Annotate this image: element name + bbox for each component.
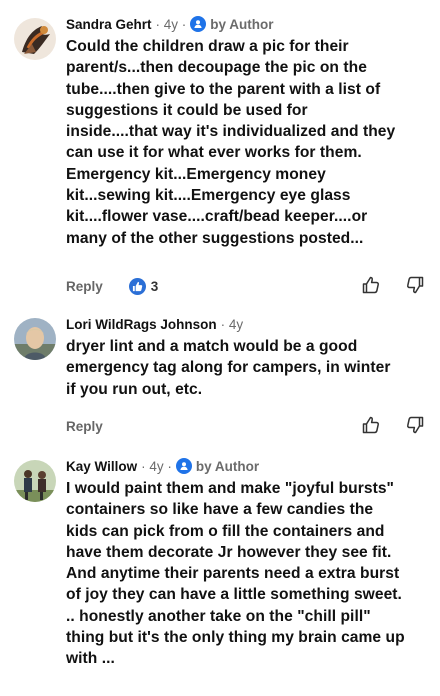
comment-line: And anytime their parents need a extra b… (66, 565, 400, 583)
comment-line: dryer lint and a match would be a good (66, 338, 358, 355)
comment-text: I would paint them and make "joyful burs… (66, 478, 426, 670)
comment-line: of joy they can have a little something … (66, 586, 402, 604)
user-badge-icon (175, 458, 192, 474)
comment-text: Could the children draw a pic for their … (66, 36, 426, 249)
comment-line: have them decorate Jr however they see f… (66, 543, 392, 561)
avatar[interactable] (14, 18, 56, 60)
comment-line: kit...sewing kit....Emergency eye glass (66, 187, 351, 205)
comment-line: kit....flower vase....craft/bead keeper.… (66, 208, 368, 226)
thumbs-down-outline-icon[interactable] (404, 414, 426, 436)
reply-button[interactable]: Reply (66, 419, 103, 434)
comment-age: · 4y · (141, 458, 172, 474)
comment-line: .. honestly another take on the "chill p… (66, 607, 371, 625)
comment-meta: Kay Willow · 4y · by Author (66, 454, 426, 478)
comment-actions: Reply 3 (66, 274, 426, 298)
thumbs-up-outline-icon[interactable] (360, 414, 382, 436)
comment-line: I would paint them and make "joyful burs… (66, 480, 394, 497)
author-name[interactable]: Kay Willow (66, 459, 137, 474)
author-badge-label: by Author (210, 16, 274, 32)
comment-line: with ... (66, 650, 115, 668)
reply-button[interactable]: Reply (66, 279, 103, 294)
author-name[interactable]: Sandra Gehrt (66, 17, 152, 32)
comment-line: containers so like have a few candies th… (66, 501, 374, 519)
comment-line: many of the other suggestions posted... (66, 229, 364, 247)
reaction-count[interactable]: 3 (128, 277, 159, 295)
comment-meta: Sandra Gehrt · 4y · by Author (66, 12, 426, 36)
comment-age: · 4y · (155, 16, 187, 32)
comment-line: kids can pick from o fill the containers… (66, 522, 385, 540)
avatar[interactable] (14, 460, 56, 502)
comment-line: can use it for what ever works for them. (66, 144, 362, 162)
author-name[interactable]: Lori WildRags Johnson (66, 317, 217, 332)
comment-line: thing but it's the only thing my brain c… (66, 629, 405, 647)
author-badge-label: by Author (195, 458, 260, 474)
user-badge-icon (190, 16, 207, 32)
thumbs-up-outline-icon[interactable] (360, 274, 382, 296)
comment-meta: Lori WildRags Johnson · 4y (66, 312, 426, 336)
comment-line: emergency tag along for campers, in wint… (66, 359, 391, 377)
comment-line: inside....that way it's individualized a… (66, 123, 396, 141)
comment-feed: Sandra Gehrt · 4y · by Author Could the … (0, 0, 440, 696)
comment-line: parent/s...then decoupage the pic on the (66, 59, 367, 77)
comment-line: Could the children draw a pic for their (66, 38, 349, 55)
comment-line: suggestions it could be used for (66, 101, 308, 119)
comment-line: if you run out, etc. (66, 380, 203, 398)
comment-age: · 4y (220, 316, 244, 332)
like-count: 3 (150, 278, 159, 294)
comment-actions: Reply (66, 414, 426, 438)
comment-line: tube....then give to the parent with a l… (66, 80, 381, 98)
comment-line: Emergency kit...Emergency money (66, 165, 326, 183)
avatar[interactable] (14, 318, 56, 360)
thumbs-up-filled-icon (128, 277, 146, 295)
comment-text: dryer lint and a match would be a good e… (66, 336, 426, 400)
thumbs-down-outline-icon[interactable] (404, 274, 426, 296)
